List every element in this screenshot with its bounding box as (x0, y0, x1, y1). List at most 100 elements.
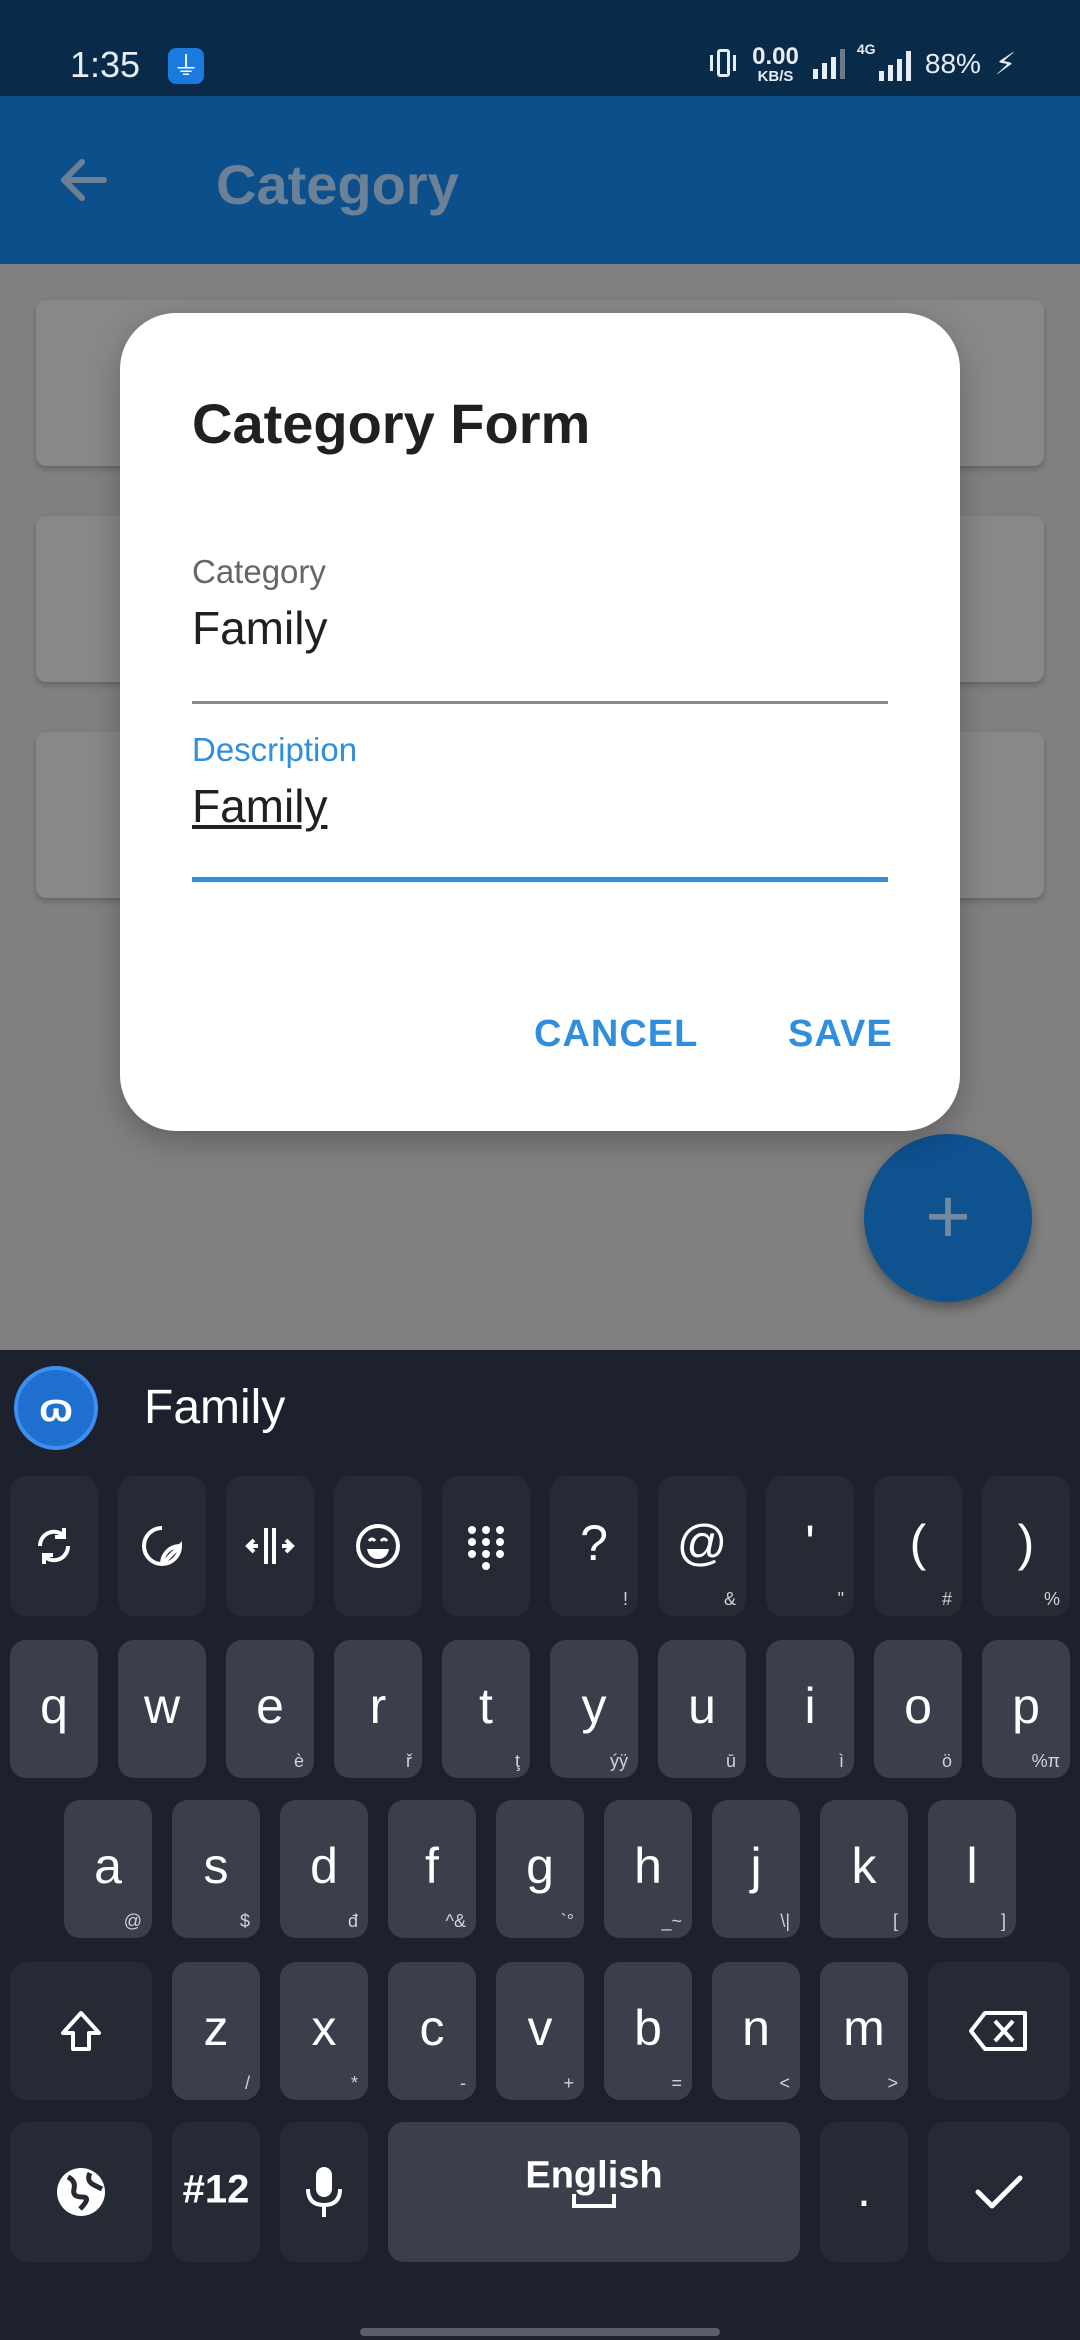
cancel-button[interactable]: CANCEL (534, 1013, 698, 1056)
key-j[interactable]: j \| (712, 1800, 800, 1938)
rotate-icon[interactable] (10, 1476, 98, 1616)
key-apostrophe[interactable]: ' " (766, 1476, 854, 1616)
sticker-icon[interactable] (118, 1476, 206, 1616)
status-time: 1:35 (70, 44, 141, 85)
key-h-label: h (634, 1838, 662, 1895)
key-apostrophe-label: ' (805, 1515, 815, 1572)
plus-icon: + (925, 1172, 971, 1260)
key-l-label: l (966, 1838, 978, 1895)
key-w-label: w (143, 1678, 181, 1735)
key-n-alt-label: < (779, 2073, 790, 2093)
vibrate-icon (708, 47, 738, 81)
key-question-alt-label: ! (622, 1589, 628, 1609)
category-input[interactable]: Family (192, 601, 888, 655)
suggestion-bar: ɷ Family (0, 1350, 1080, 1460)
net-speed-unit: KB/S (757, 67, 794, 85)
key-n[interactable]: n < (712, 1962, 800, 2100)
key-o-label: o (904, 1678, 932, 1735)
key-x[interactable]: x * (280, 1962, 368, 2100)
numbers-key[interactable]: #12 (172, 2122, 260, 2262)
backspace-icon (969, 2011, 1027, 2051)
description-input[interactable]: Family (192, 779, 888, 833)
keyboard: ɷ Family ?! @ & ' "(#)% q w e è r ř t ţ y ýÿ u ū i ì o ö p %π a… (0, 1350, 1080, 2340)
key-d-alt-label: đ (347, 1911, 358, 1931)
key-l[interactable]: l] (928, 1800, 1016, 1938)
key-d[interactable]: dđ (280, 1800, 368, 1938)
key-k[interactable]: k[ (820, 1800, 908, 1938)
key-f-label: f (425, 1838, 439, 1895)
key-r[interactable]: rř (334, 1640, 422, 1778)
home-indicator[interactable] (360, 2328, 720, 2336)
dialog-title: Category Form (192, 392, 591, 455)
key-y[interactable]: y ýÿ (550, 1640, 638, 1778)
shift-key[interactable] (10, 1962, 152, 2100)
description-field[interactable]: Description Family (192, 731, 888, 891)
key-r-label: r (369, 1678, 387, 1735)
space-key[interactable]: English (388, 2122, 800, 2262)
key-open-paren-alt-label: # (941, 1589, 952, 1609)
voice-input-key[interactable] (280, 2122, 368, 2262)
numpad-icon[interactable] (442, 1476, 530, 1616)
suggestion-word[interactable]: Family (144, 1380, 285, 1435)
shift-icon (61, 2011, 101, 2051)
key-t[interactable]: tţ (442, 1640, 530, 1778)
key-at-label: @ (676, 1515, 728, 1572)
key-m-alt-label: > (887, 2073, 898, 2093)
period-key[interactable]: . (820, 2122, 908, 2262)
key-close-paren[interactable]: )% (982, 1476, 1070, 1616)
key-e[interactable]: eè (226, 1640, 314, 1778)
key-v[interactable]: v + (496, 1962, 584, 2100)
key-z[interactable]: z / (172, 1962, 260, 2100)
backspace-key[interactable] (928, 1962, 1070, 2100)
key-a[interactable]: a @ (64, 1800, 152, 1938)
key-open-paren[interactable]: (# (874, 1476, 962, 1616)
key-question-label: ? (580, 1515, 608, 1572)
key-t-label: t (479, 1678, 493, 1735)
space-bar-icon (572, 2194, 616, 2208)
key-f[interactable]: f ^& (388, 1800, 476, 1938)
key-at[interactable]: @ & (658, 1476, 746, 1616)
key-close-paren-label: ) (1017, 1515, 1035, 1572)
key-apostrophe-alt-label: " (837, 1589, 844, 1609)
cursor-move-icon[interactable] (226, 1476, 314, 1616)
language-key[interactable] (10, 2122, 152, 2262)
key-o-alt-label: ö (941, 1751, 952, 1771)
key-q[interactable]: q (10, 1640, 98, 1778)
key-p[interactable]: p %π (982, 1640, 1070, 1778)
category-field[interactable]: Category Family (192, 553, 888, 713)
back-button[interactable] (52, 148, 116, 212)
key-c[interactable]: c- (388, 1962, 476, 2100)
key-h[interactable]: h _~ (604, 1800, 692, 1938)
keyboard-logo-icon[interactable]: ɷ (14, 1366, 98, 1450)
numbers-key-label: #12 (182, 2167, 250, 2212)
key-i[interactable]: iì (766, 1640, 854, 1778)
key-n-label: n (742, 2000, 770, 2057)
network-type: 4G (856, 41, 876, 57)
key-c-label: c (419, 2000, 445, 2057)
key-close-paren-alt-label: % (1043, 1589, 1060, 1609)
key-m[interactable]: m > (820, 1962, 908, 2100)
category-form-dialog: Category Form Category Family Descriptio… (120, 313, 960, 1131)
key-b[interactable]: b = (604, 1962, 692, 2100)
net-speed: 0.00 KB/S (752, 44, 799, 85)
key-u[interactable]: uū (658, 1640, 746, 1778)
signal-4g-icon: 4G (857, 41, 911, 81)
key-i-label: i (804, 1678, 816, 1735)
period-key-label: . (857, 2161, 871, 2218)
key-u-alt-label: ū (725, 1751, 736, 1771)
key-o[interactable]: oö (874, 1640, 962, 1778)
done-key[interactable] (928, 2122, 1070, 2262)
key-s[interactable]: s $ (172, 1800, 260, 1938)
category-label: Category (192, 553, 326, 590)
key-l-alt-label: ] (1000, 1911, 1006, 1931)
key-i-alt-label: ì (838, 1751, 844, 1771)
key-g[interactable]: g `° (496, 1800, 584, 1938)
key-w[interactable]: w (118, 1640, 206, 1778)
save-button[interactable]: SAVE (788, 1013, 893, 1056)
emoji-icon (356, 1524, 400, 1568)
key-k-label: k (851, 1838, 877, 1895)
key-question[interactable]: ?! (550, 1476, 638, 1616)
add-fab-button[interactable]: + (864, 1134, 1032, 1302)
emoji-icon[interactable] (334, 1476, 422, 1616)
cursor-move-icon (245, 1528, 295, 1564)
